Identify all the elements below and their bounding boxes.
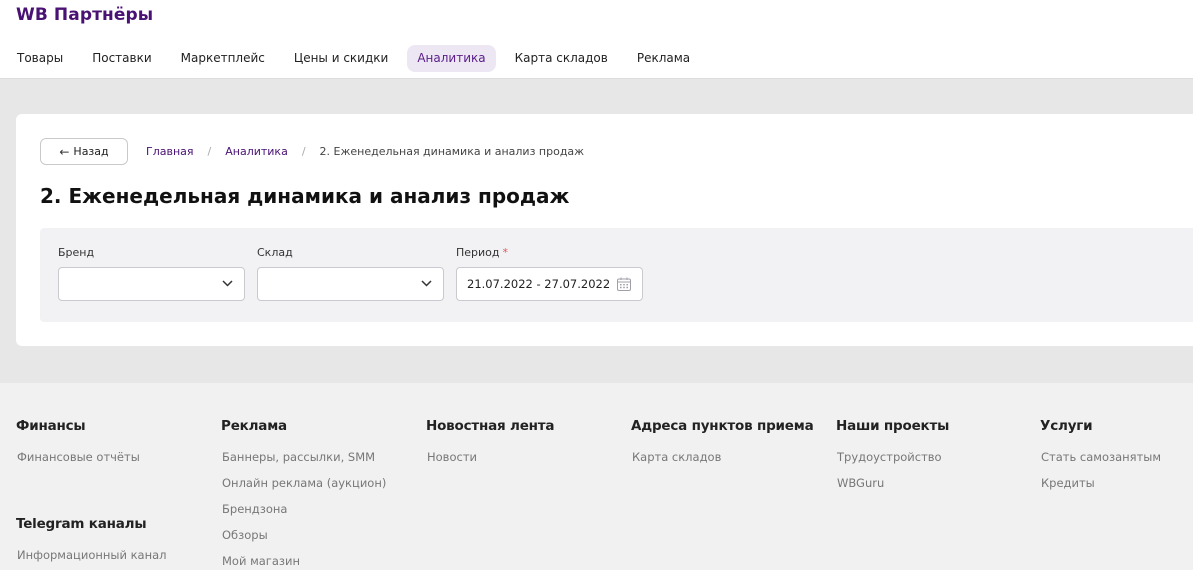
page-title: 2. Еженедельная динамика и анализ продаж [40,184,570,208]
footer: Финансы Финансовые отчёты Telegram канал… [0,383,1193,570]
footer-heading: Адреса пунктов приема [631,418,814,434]
chevron-down-icon [421,280,432,287]
footer-link[interactable]: Карта складов [631,450,831,476]
filters-panel: Бренд Склад Период * 21.07.2022 - 27.07.2… [40,228,1193,322]
period-label: Период * [456,246,643,261]
chevron-down-icon [222,280,233,287]
logo[interactable]: WB Партнёры [16,5,153,25]
period-value: 21.07.2022 - 27.07.2022 [467,277,611,291]
back-button[interactable]: ← Назад [40,138,128,165]
footer-heading: Новостная лента [426,418,555,434]
arrow-left-icon: ← [59,144,70,159]
nav-item-marketplace[interactable]: Маркетплейс [171,45,275,72]
footer-link[interactable]: Новости [426,450,626,476]
nav-item-prices[interactable]: Цены и скидки [284,45,398,72]
required-mark: * [502,246,509,259]
footer-col-services: Услуги Стать самозанятым Кредиты [1040,418,1190,502]
main-nav: Товары Поставки Маркетплейс Цены и скидк… [7,45,709,72]
breadcrumb-home[interactable]: Главная [146,145,194,158]
footer-heading: Реклама [221,418,287,434]
footer-col-finance: Финансы Финансовые отчёты Telegram канал… [16,418,216,570]
footer-link[interactable]: Стать самозанятым [1040,450,1190,476]
breadcrumb-separator: / [301,145,306,158]
footer-link[interactable]: Финансовые отчёты [16,450,216,476]
footer-heading: Наши проекты [836,418,950,434]
nav-item-goods[interactable]: Товары [7,45,73,72]
brand-label: Бренд [58,246,95,259]
nav-item-supplies[interactable]: Поставки [82,45,161,72]
footer-heading: Финансы [16,418,86,434]
footer-link[interactable]: Трудоустройство [836,450,1036,476]
nav-item-warehouse-map[interactable]: Карта складов [505,45,618,72]
warehouse-label: Склад [257,246,293,259]
brand-select[interactable] [58,267,245,301]
footer-col-projects: Наши проекты Трудоустройство WBGuru [836,418,1036,502]
top-header: WB Партнёры Товары Поставки Маркетплейс … [0,0,1193,79]
warehouse-field: Склад [257,246,444,301]
calendar-icon[interactable] [616,276,632,292]
content-card: ← Назад Главная / Аналитика / 2. Еженеде… [16,114,1193,346]
warehouse-select[interactable] [257,267,444,301]
footer-link[interactable]: Онлайн реклама (аукцион) [221,476,421,502]
footer-link[interactable]: Баннеры, рассылки, SMM [221,450,421,476]
period-field: Период * 21.07.2022 - 27.07.2022 [456,246,643,301]
footer-link[interactable]: Информационный канал [16,548,216,570]
breadcrumb-analytics[interactable]: Аналитика [225,145,288,158]
footer-link[interactable]: Мой магазин [221,554,421,570]
footer-link[interactable]: Кредиты [1040,476,1190,502]
footer-link[interactable]: WBGuru [836,476,1036,502]
period-date-input[interactable]: 21.07.2022 - 27.07.2022 [456,267,643,301]
breadcrumb: Главная / Аналитика / 2. Еженедельная ди… [146,145,584,158]
footer-col-addresses: Адреса пунктов приема Карта складов [631,418,831,476]
nav-item-analytics[interactable]: Аналитика [407,45,496,72]
breadcrumb-separator: / [207,145,212,158]
footer-heading: Telegram каналы [16,516,147,532]
brand-field: Бренд [58,246,245,301]
nav-item-ads[interactable]: Реклама [627,45,700,72]
footer-link[interactable]: Обзоры [221,528,421,554]
footer-col-news: Новостная лента Новости [426,418,626,476]
footer-col-ads: Реклама Баннеры, рассылки, SMM Онлайн ре… [221,418,421,570]
footer-link[interactable]: Брендзона [221,502,421,528]
breadcrumb-current: 2. Еженедельная динамика и анализ продаж [319,145,585,158]
period-label-text: Период [456,246,500,259]
back-button-label: Назад [73,145,109,158]
footer-heading: Услуги [1040,418,1093,434]
